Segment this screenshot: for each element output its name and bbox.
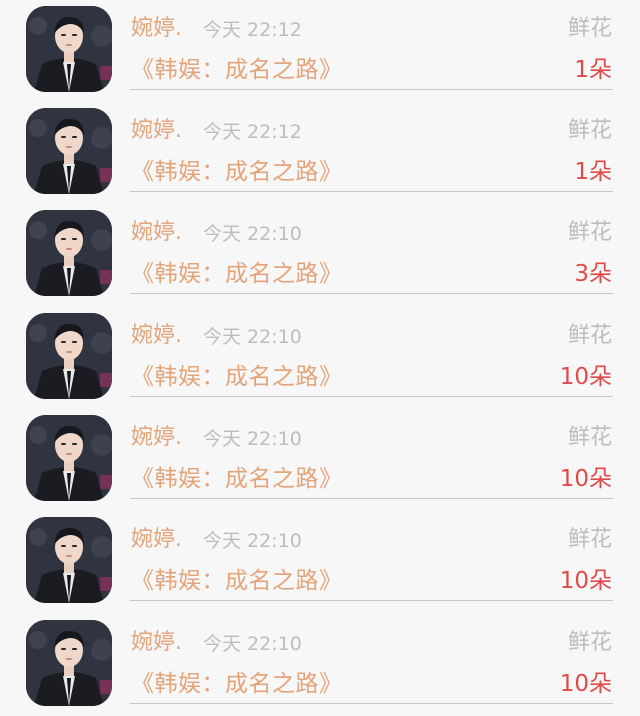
timestamp: 今天 22:10: [203, 530, 302, 552]
divider: [130, 498, 613, 499]
list-item[interactable]: 婉婷. 今天 22:10 鲜花 《韩娱：成名之路》 10朵: [0, 511, 640, 613]
timestamp: 今天 22:10: [203, 223, 302, 245]
user-name[interactable]: 婉婷.: [131, 15, 182, 43]
divider: [130, 293, 613, 294]
timestamp: 今天 22:12: [203, 19, 302, 41]
timestamp: 今天 22:10: [203, 428, 302, 450]
book-title[interactable]: 《韩娱：成名之路》: [131, 669, 343, 699]
gift-type: 鲜花: [567, 16, 612, 41]
user-name[interactable]: 婉婷.: [131, 322, 182, 350]
book-title[interactable]: 《韩娱：成名之路》: [131, 464, 343, 494]
gift-type: 鲜花: [567, 425, 612, 450]
user-name[interactable]: 婉婷.: [131, 629, 182, 657]
list-item[interactable]: 婉婷. 今天 22:12 鲜花 《韩娱：成名之路》 1朵: [0, 102, 640, 204]
timestamp: 今天 22:10: [203, 633, 302, 655]
timestamp: 今天 22:10: [203, 326, 302, 348]
gift-type: 鲜花: [567, 118, 612, 143]
gift-count: 3朵: [574, 261, 612, 287]
gift-count: 10朵: [559, 568, 612, 594]
book-title[interactable]: 《韩娱：成名之路》: [131, 362, 343, 392]
avatar[interactable]: [26, 620, 112, 706]
gift-type: 鲜花: [567, 630, 612, 655]
avatar[interactable]: [26, 6, 112, 92]
list-item[interactable]: 婉婷. 今天 22:10 鲜花 《韩娱：成名之路》 10朵: [0, 409, 640, 511]
list-item[interactable]: 婉婷. 今天 22:10 鲜花 《韩娱：成名之路》 10朵: [0, 307, 640, 409]
gift-count: 10朵: [559, 364, 612, 390]
gift-count: 1朵: [574, 159, 612, 185]
gift-type: 鲜花: [567, 220, 612, 245]
avatar[interactable]: [26, 313, 112, 399]
divider: [130, 89, 613, 90]
user-name[interactable]: 婉婷.: [131, 526, 182, 554]
divider: [130, 396, 613, 397]
gift-type: 鲜花: [567, 527, 612, 552]
avatar[interactable]: [26, 517, 112, 603]
gift-count: 10朵: [559, 466, 612, 492]
divider: [130, 600, 613, 601]
timestamp: 今天 22:12: [203, 121, 302, 143]
book-title[interactable]: 《韩娱：成名之路》: [131, 566, 343, 596]
list-item[interactable]: 婉婷. 今天 22:10 鲜花 《韩娱：成名之路》 10朵: [0, 614, 640, 716]
user-name[interactable]: 婉婷.: [131, 424, 182, 452]
avatar[interactable]: [26, 210, 112, 296]
book-title[interactable]: 《韩娱：成名之路》: [131, 157, 343, 187]
list-item[interactable]: 婉婷. 今天 22:12 鲜花 《韩娱：成名之路》 1朵: [0, 0, 640, 102]
list-item[interactable]: 婉婷. 今天 22:10 鲜花 《韩娱：成名之路》 3朵: [0, 204, 640, 306]
user-name[interactable]: 婉婷.: [131, 117, 182, 145]
gift-count: 1朵: [574, 57, 612, 83]
divider: [130, 703, 613, 704]
gift-record-list: 婉婷. 今天 22:12 鲜花 《韩娱：成名之路》 1朵 婉婷. 今天 22:1…: [0, 0, 640, 716]
gift-count: 10朵: [559, 671, 612, 697]
avatar[interactable]: [26, 108, 112, 194]
book-title[interactable]: 《韩娱：成名之路》: [131, 55, 343, 85]
book-title[interactable]: 《韩娱：成名之路》: [131, 259, 343, 289]
avatar[interactable]: [26, 415, 112, 501]
user-name[interactable]: 婉婷.: [131, 219, 182, 247]
gift-type: 鲜花: [567, 323, 612, 348]
divider: [130, 191, 613, 192]
